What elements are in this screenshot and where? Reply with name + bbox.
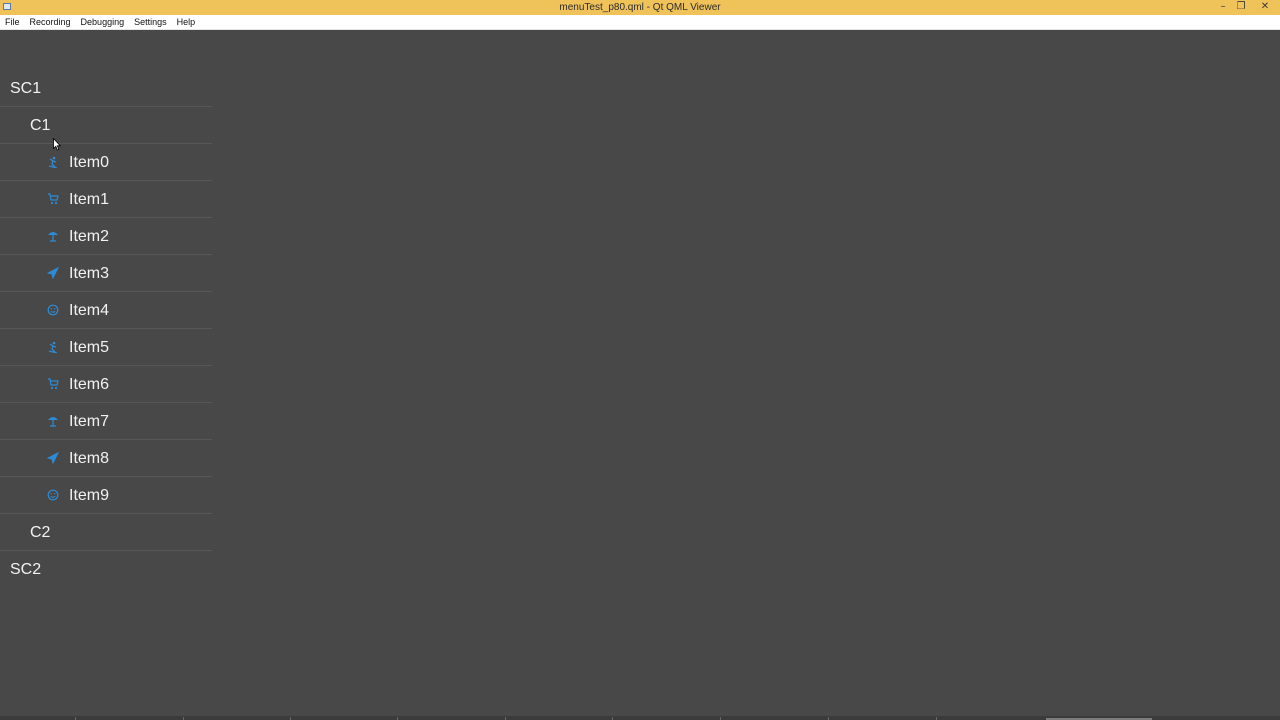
airplane-icon [46,266,60,280]
airplane-icon [46,451,60,465]
tree-item-sc1[interactable]: SC1 [0,70,212,107]
tree-item-item8[interactable]: Item8 [0,440,212,477]
tree-item-label: SC2 [10,561,42,578]
qml-view: SC1 C1 Item0 Item1 Item2 Item3 Item4 Item5 Item6… [0,30,1280,720]
tree-item-sc2[interactable]: SC2 [0,551,212,588]
tree-item-item4[interactable]: Item4 [0,292,212,329]
tree-item-item5[interactable]: Item5 [0,329,212,366]
beach-umbrella-icon [46,229,60,243]
tree-item-label: Item2 [69,228,110,245]
smiley-icon [46,488,60,502]
shopping-cart-icon [46,377,60,391]
menu-help[interactable]: Help [172,15,201,29]
close-button[interactable]: ✕ [1250,0,1280,15]
tree-item-item9[interactable]: Item9 [0,477,212,514]
tree-item-label: Item9 [69,487,110,504]
tree-item-item0[interactable]: Item0 [0,144,212,181]
tree-item-item7[interactable]: Item7 [0,403,212,440]
tree-item-label: Item8 [69,450,110,467]
shopping-cart-icon [46,192,60,206]
menu-tree: SC1 C1 Item0 Item1 Item2 Item3 Item4 Item5 Item6… [0,70,212,588]
tree-item-label: Item0 [69,154,110,171]
tree-item-item3[interactable]: Item3 [0,255,212,292]
tree-item-item2[interactable]: Item2 [0,218,212,255]
smiley-icon [46,303,60,317]
beach-umbrella-icon [46,414,60,428]
menu-bar: File Recording Debugging Settings Help [0,15,1280,30]
menu-debugging[interactable]: Debugging [76,15,130,29]
window-title: menuTest_p80.qml - Qt QML Viewer [559,2,721,13]
title-bar: menuTest_p80.qml - Qt QML Viewer – ❐ ✕ [0,0,1280,15]
taskbar-strip [0,716,1280,720]
tree-item-label: Item6 [69,376,110,393]
menu-settings[interactable]: Settings [129,15,172,29]
skier-icon [46,340,60,354]
tree-item-label: C2 [30,524,51,541]
tree-item-label: Item1 [69,191,110,208]
mouse-cursor-icon [53,138,61,151]
tree-item-c2[interactable]: C2 [0,514,212,551]
tree-item-c1[interactable]: C1 [0,107,212,144]
minimize-button[interactable]: – [1214,0,1232,15]
tree-item-label: Item4 [69,302,110,319]
menu-recording[interactable]: Recording [25,15,76,29]
tree-item-label: SC1 [10,80,42,97]
tree-item-item6[interactable]: Item6 [0,366,212,403]
tree-item-item1[interactable]: Item1 [0,181,212,218]
tree-item-label: Item5 [69,339,110,356]
tree-item-label: Item7 [69,413,110,430]
menu-file[interactable]: File [0,15,25,29]
tree-item-label: Item3 [69,265,110,282]
window-controls: – ❐ ✕ [1214,0,1280,15]
skier-icon [46,155,60,169]
tree-item-label: C1 [30,117,51,134]
restore-button[interactable]: ❐ [1232,0,1250,15]
